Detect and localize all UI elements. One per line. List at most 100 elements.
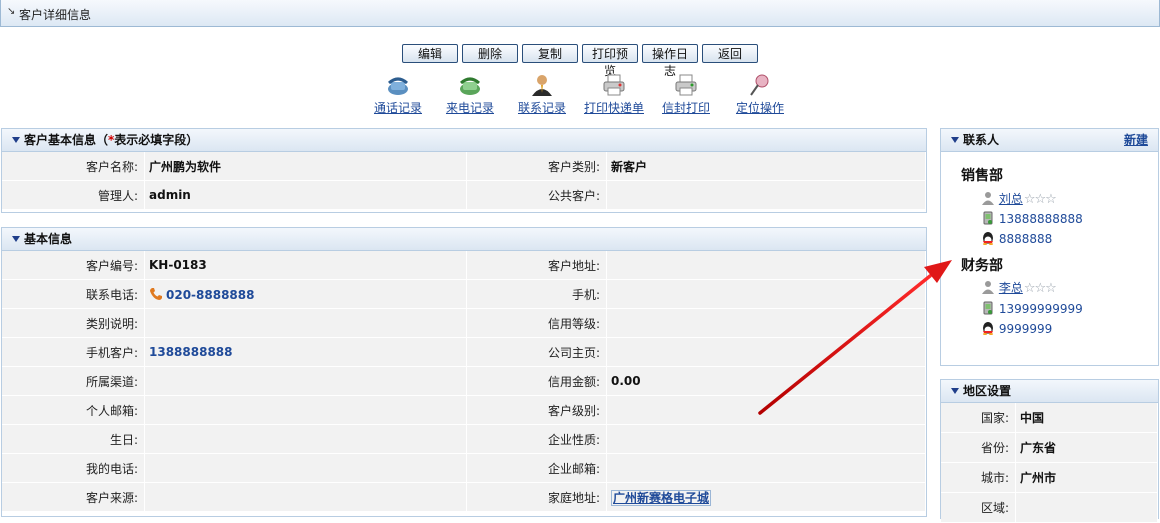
new-contact-link[interactable]: 新建 <box>1124 129 1148 152</box>
rating-stars-icon[interactable]: ☆☆☆ <box>1024 192 1057 207</box>
contact-person-row: 李总☆☆☆ <box>981 279 1057 297</box>
tool-incoming-calls[interactable]: 来电记录 <box>430 73 510 116</box>
field-value <box>144 424 467 454</box>
contact-mobile-row: 13999999999 <box>981 300 1083 318</box>
field-value: 020-8888888 <box>144 279 467 309</box>
tool-label[interactable]: 联系记录 <box>502 99 582 116</box>
table-row: 个人邮箱: 客户级别: <box>2 395 926 425</box>
field-label: 国家: <box>941 403 1016 433</box>
home-address-link[interactable]: 广州新赛格电子城 <box>611 489 712 506</box>
tool-label[interactable]: 信封打印 <box>646 99 726 116</box>
field-label: 公共客户: <box>466 180 607 210</box>
tool-label[interactable]: 通话记录 <box>358 99 438 116</box>
field-value <box>1015 492 1158 523</box>
field-value <box>144 308 467 338</box>
mobile-customer-value[interactable]: 1388888888 <box>144 337 467 367</box>
qq-penguin-icon <box>983 322 993 335</box>
field-value <box>606 453 926 483</box>
department-name: 销售部 <box>961 168 1003 184</box>
edit-button[interactable]: 编辑 <box>402 44 458 63</box>
phone-call-icon <box>388 77 408 95</box>
tool-locate[interactable]: 定位操作 <box>720 73 800 116</box>
field-label: 信用金额: <box>466 366 607 396</box>
field-value <box>606 337 926 367</box>
field-value: 广东省 <box>1015 432 1158 463</box>
operation-log-button[interactable]: 操作日志 <box>642 44 698 78</box>
contact-name-link[interactable]: 刘总 <box>999 192 1023 206</box>
delete-button[interactable]: 删除 <box>462 44 518 63</box>
tool-label[interactable]: 来电记录 <box>430 99 510 116</box>
mobile-number-link[interactable]: 13999999999 <box>999 302 1083 316</box>
field-label: 区域: <box>941 492 1016 523</box>
mobile-number-link[interactable]: 13888888888 <box>999 212 1083 226</box>
panel-header: 地区设置 <box>941 380 1158 403</box>
contact-person-icon <box>532 75 552 96</box>
tool-call-records[interactable]: 通话记录 <box>358 73 438 116</box>
field-label: 客户地址: <box>466 251 607 280</box>
table-row: 类别说明: 信用等级: <box>2 308 926 338</box>
panel-title: 基本信息 <box>24 232 73 246</box>
printer-icon <box>603 74 625 96</box>
field-label: 客户类别: <box>466 152 607 181</box>
mobile-phone-icon <box>983 301 993 315</box>
field-label: 家庭地址: <box>466 482 607 512</box>
info-table: 客户编号: KH-0183 客户地址: 联系电话: 020-8888888 手机… <box>2 251 926 512</box>
phone-icon <box>150 287 162 300</box>
field-label: 客户名称: <box>2 152 145 181</box>
qq-number-link[interactable]: 8888888 <box>999 232 1052 246</box>
panel-title-suffix: 表示必填字段） <box>114 133 199 147</box>
field-label: 所属渠道: <box>2 366 145 396</box>
copy-button[interactable]: 复制 <box>522 44 578 63</box>
page-title-bar: ↘ 客户详细信息 <box>0 0 1160 27</box>
contact-name-link[interactable]: 李总 <box>999 281 1023 295</box>
field-label: 客户编号: <box>2 251 145 280</box>
tool-label[interactable]: 定位操作 <box>720 99 800 116</box>
region-settings-panel: 地区设置 国家: 中国 省份: 广东省 城市: 广州市 区域: <box>940 379 1159 523</box>
table-row: 所属渠道: 信用金额: 0.00 <box>2 366 926 396</box>
field-label: 类别说明: <box>2 308 145 338</box>
panel-header: 客户基本信息（*表示必填字段） <box>2 129 926 152</box>
department-name: 财务部 <box>961 258 1003 274</box>
table-row: 省份: 广东省 <box>941 432 1158 463</box>
tool-contact-records[interactable]: 联系记录 <box>502 73 582 116</box>
field-label: 客户级别: <box>466 395 607 425</box>
panel-header: 基本信息 <box>2 228 926 251</box>
field-value <box>144 366 467 396</box>
tool-print-express[interactable]: 打印快递单 <box>574 73 654 116</box>
field-value: KH-0183 <box>144 251 467 280</box>
collapse-triangle-icon[interactable] <box>951 388 959 394</box>
print-preview-button[interactable]: 打印预览 <box>582 44 638 78</box>
qq-penguin-icon <box>983 232 993 245</box>
table-row: 联系电话: 020-8888888 手机: <box>2 279 926 309</box>
person-icon <box>982 192 994 205</box>
field-label: 省份: <box>941 432 1016 463</box>
table-row: 区域: <box>941 492 1158 523</box>
field-value: 新客户 <box>606 152 926 181</box>
table-row: 我的电话: 企业邮箱: <box>2 453 926 483</box>
tool-label[interactable]: 打印快递单 <box>574 99 654 116</box>
collapse-triangle-icon[interactable] <box>12 137 20 143</box>
field-label: 企业邮箱: <box>466 453 607 483</box>
field-label: 企业性质: <box>466 424 607 454</box>
field-value <box>606 395 926 425</box>
contact-person-row: 刘总☆☆☆ <box>981 190 1057 208</box>
contacts-panel: 联系人 新建 销售部 刘总☆☆☆ 13888888888 8888888 财务部… <box>940 128 1159 366</box>
field-value: 0.00 <box>606 366 926 396</box>
table-row: 管理人: admin 公共客户: <box>2 180 926 210</box>
field-value: admin <box>144 180 467 210</box>
rating-stars-icon[interactable]: ☆☆☆ <box>1024 281 1057 296</box>
collapse-triangle-icon[interactable] <box>12 236 20 242</box>
panel-header: 联系人 新建 <box>941 129 1158 152</box>
page-title: 客户详细信息 <box>19 8 92 22</box>
collapse-triangle-icon[interactable] <box>951 137 959 143</box>
table-row: 国家: 中国 <box>941 403 1158 433</box>
contact-qq-row: 9999999 <box>981 320 1052 338</box>
phone-number[interactable]: 020-8888888 <box>166 288 254 302</box>
field-label: 我的电话: <box>2 453 145 483</box>
tool-envelope-print[interactable]: 信封打印 <box>646 73 726 116</box>
field-value <box>606 180 926 210</box>
qq-number-link[interactable]: 9999999 <box>999 322 1052 336</box>
field-value: 广州鹏为软件 <box>144 152 467 181</box>
action-toolbar: 编辑 删除 复制 打印预览 操作日志 返回 <box>0 44 1160 78</box>
back-button[interactable]: 返回 <box>702 44 758 63</box>
